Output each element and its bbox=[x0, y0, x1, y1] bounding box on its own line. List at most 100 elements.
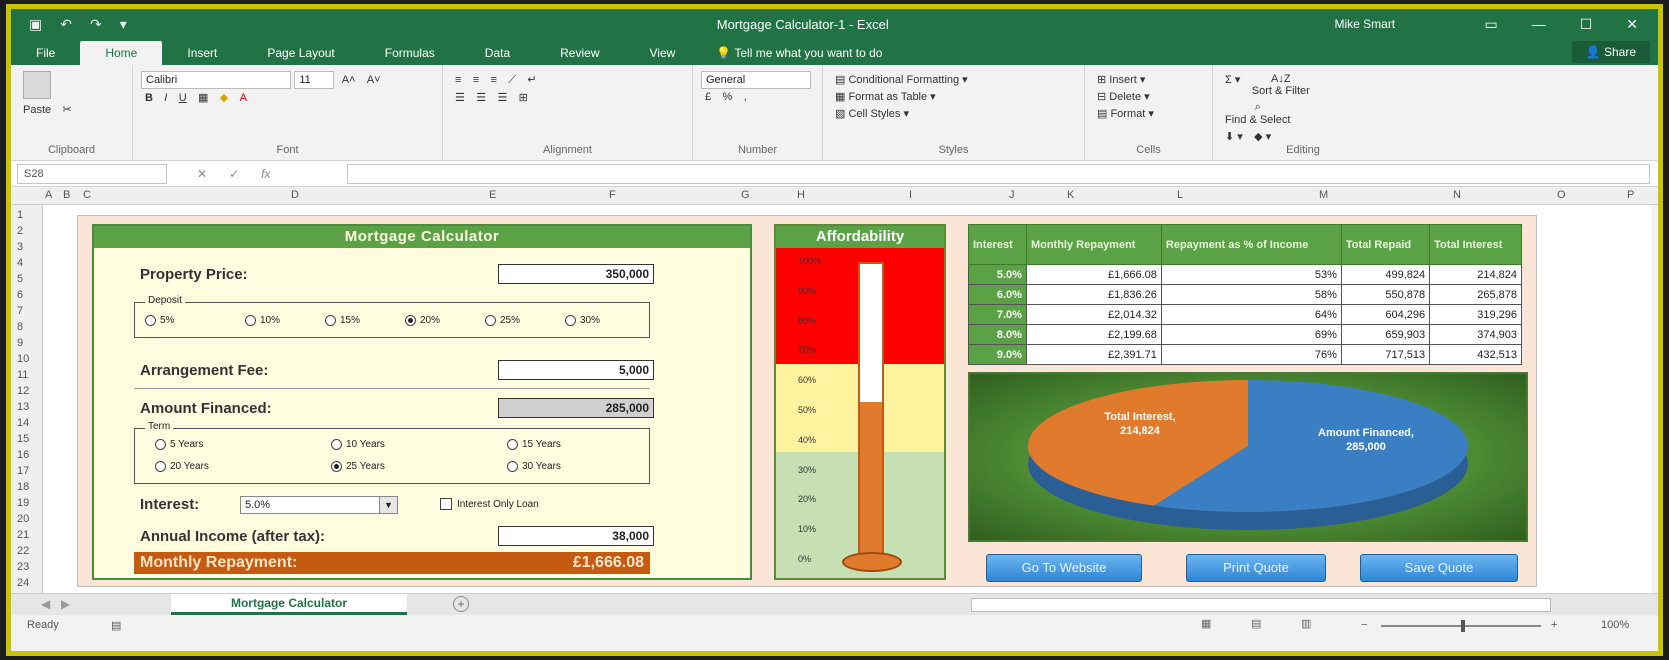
col-header-n[interactable]: N bbox=[1453, 189, 1461, 201]
property-price-input[interactable]: 350,000 bbox=[498, 264, 654, 284]
row-header[interactable]: 16 bbox=[17, 449, 29, 461]
cut-icon[interactable]: ✂ bbox=[62, 103, 71, 116]
cell[interactable]: 374,903 bbox=[1429, 324, 1522, 345]
cell[interactable]: 8.0% bbox=[968, 324, 1027, 345]
cell[interactable]: 58% bbox=[1160, 284, 1342, 305]
row-header[interactable]: 18 bbox=[17, 481, 29, 493]
cell[interactable]: 53% bbox=[1160, 264, 1342, 285]
formula-input[interactable] bbox=[347, 163, 1650, 184]
maximize-icon[interactable]: ☐ bbox=[1580, 16, 1593, 33]
add-sheet-icon[interactable]: + bbox=[453, 596, 469, 612]
cell[interactable]: 717,513 bbox=[1340, 344, 1431, 365]
align-right-icon[interactable]: ☰ bbox=[497, 91, 507, 104]
sheet-tab-mortgage-calculator[interactable]: Mortgage Calculator bbox=[171, 594, 407, 615]
col-header-p[interactable]: P bbox=[1627, 189, 1634, 201]
font-size-select[interactable]: 11 bbox=[294, 71, 335, 89]
align-middle-icon[interactable]: ≡ bbox=[473, 74, 479, 86]
row-header[interactable]: 4 bbox=[17, 257, 23, 269]
format-cells-button[interactable]: ▤ Format ▾ bbox=[1097, 107, 1154, 120]
redo-icon[interactable]: ↷ bbox=[90, 16, 102, 33]
autosum-icon[interactable]: Σ ▾ bbox=[1225, 73, 1240, 86]
row-header[interactable]: 24 bbox=[17, 577, 29, 589]
interest-only-checkbox[interactable]: Interest Only Loan bbox=[440, 498, 539, 510]
term-option-20[interactable]: 20 Years bbox=[155, 461, 209, 472]
insert-cells-button[interactable]: ⊞ Insert ▾ bbox=[1097, 73, 1145, 86]
row-header[interactable]: 3 bbox=[17, 241, 23, 253]
col-header-i[interactable]: I bbox=[909, 189, 912, 201]
row-header[interactable]: 14 bbox=[17, 417, 29, 429]
row-header[interactable]: 13 bbox=[17, 401, 29, 413]
row-header[interactable]: 21 bbox=[17, 529, 29, 541]
cell[interactable]: 7.0% bbox=[968, 304, 1027, 325]
enter-formula-icon[interactable]: ✓ bbox=[229, 167, 239, 181]
deposit-option-15[interactable]: 15% bbox=[325, 315, 360, 326]
row-header[interactable]: 12 bbox=[17, 385, 29, 397]
row-header[interactable]: 19 bbox=[17, 497, 29, 509]
cell[interactable]: £2,391.71 bbox=[1025, 344, 1162, 365]
col-header-o[interactable]: O bbox=[1557, 189, 1566, 201]
row-header[interactable]: 15 bbox=[17, 433, 29, 445]
paste-button[interactable]: Paste bbox=[19, 71, 55, 118]
cell[interactable]: 6.0% bbox=[968, 284, 1027, 305]
cancel-formula-icon[interactable]: ✕ bbox=[197, 167, 207, 181]
cell[interactable]: £1,666.08 bbox=[1025, 264, 1162, 285]
tab-view[interactable]: View bbox=[625, 41, 701, 65]
term-option-25[interactable]: 25 Years bbox=[331, 461, 385, 472]
interest-select[interactable]: 5.0% ▼ bbox=[240, 496, 398, 514]
deposit-option-30[interactable]: 30% bbox=[565, 315, 600, 326]
row-header[interactable]: 23 bbox=[17, 561, 29, 573]
col-header-k[interactable]: K bbox=[1067, 189, 1074, 201]
cell[interactable]: £2,014.32 bbox=[1025, 304, 1162, 325]
share-button[interactable]: 👤 Share bbox=[1571, 41, 1650, 63]
cell[interactable]: 550,878 bbox=[1340, 284, 1431, 305]
number-format-select[interactable]: General bbox=[701, 71, 811, 89]
customize-qat-icon[interactable]: ▾ bbox=[120, 16, 127, 33]
col-header-j[interactable]: J bbox=[1009, 189, 1015, 201]
tab-review[interactable]: Review bbox=[535, 41, 624, 65]
row-header[interactable]: 1 bbox=[17, 209, 23, 221]
insert-function-icon[interactable]: fx bbox=[261, 167, 270, 181]
align-top-icon[interactable]: ≡ bbox=[455, 74, 461, 86]
print-quote-button[interactable]: Print Quote bbox=[1186, 554, 1326, 582]
undo-icon[interactable]: ↶ bbox=[60, 16, 72, 33]
zoom-out-icon[interactable]: − bbox=[1361, 619, 1367, 631]
tab-insert[interactable]: Insert bbox=[162, 41, 242, 65]
cell[interactable]: £2,199.68 bbox=[1025, 324, 1162, 345]
orientation-icon[interactable]: ⟋ bbox=[508, 74, 516, 87]
go-to-website-button[interactable]: Go To Website bbox=[986, 554, 1142, 582]
minimize-icon[interactable]: — bbox=[1532, 16, 1546, 33]
row-header[interactable]: 8 bbox=[17, 321, 23, 333]
col-header-a[interactable]: A bbox=[45, 189, 52, 201]
bold-icon[interactable]: B bbox=[145, 92, 153, 104]
fill-color-icon[interactable]: ◆ bbox=[220, 91, 228, 104]
tell-me-box[interactable]: 💡 Tell me what you want to do bbox=[716, 41, 882, 65]
clear-icon[interactable]: ◆ ▾ bbox=[1254, 130, 1271, 143]
col-header-l[interactable]: L bbox=[1177, 189, 1183, 201]
deposit-option-5[interactable]: 5% bbox=[145, 315, 174, 326]
sort-filter-button[interactable]: A↓Z Sort & Filter bbox=[1252, 73, 1310, 97]
underline-icon[interactable]: U bbox=[179, 92, 187, 104]
cell[interactable]: 214,824 bbox=[1429, 264, 1522, 285]
col-header-g[interactable]: G bbox=[741, 189, 750, 201]
align-bottom-icon[interactable]: ≡ bbox=[491, 74, 497, 86]
close-icon[interactable]: ✕ bbox=[1626, 16, 1638, 33]
col-header-e[interactable]: E bbox=[489, 189, 496, 201]
currency-icon[interactable]: £ bbox=[705, 91, 711, 103]
horizontal-scrollbar[interactable] bbox=[971, 598, 1551, 612]
cell[interactable]: 604,296 bbox=[1340, 304, 1431, 325]
tab-home[interactable]: Home bbox=[80, 41, 163, 65]
term-option-5[interactable]: 5 Years bbox=[155, 439, 203, 450]
cell[interactable]: 69% bbox=[1160, 324, 1342, 345]
deposit-option-10[interactable]: 10% bbox=[245, 315, 280, 326]
row-header[interactable]: 10 bbox=[17, 353, 29, 365]
percent-icon[interactable]: % bbox=[722, 91, 732, 103]
pie-chart[interactable]: Total Interest, 214,824 Amount Financed, 2… bbox=[968, 372, 1528, 542]
col-header-b[interactable]: B bbox=[63, 189, 70, 201]
term-option-30[interactable]: 30 Years bbox=[507, 461, 561, 472]
macro-record-icon[interactable]: ▤ bbox=[111, 619, 121, 632]
align-left-icon[interactable]: ☰ bbox=[455, 91, 465, 104]
cell[interactable]: 659,903 bbox=[1340, 324, 1431, 345]
worksheet[interactable]: Mortgage Calculator Property Price: 350,… bbox=[43, 205, 1652, 593]
wrap-text-icon[interactable]: ↵ bbox=[527, 73, 536, 86]
annual-income-input[interactable]: 38,000 bbox=[498, 526, 654, 546]
